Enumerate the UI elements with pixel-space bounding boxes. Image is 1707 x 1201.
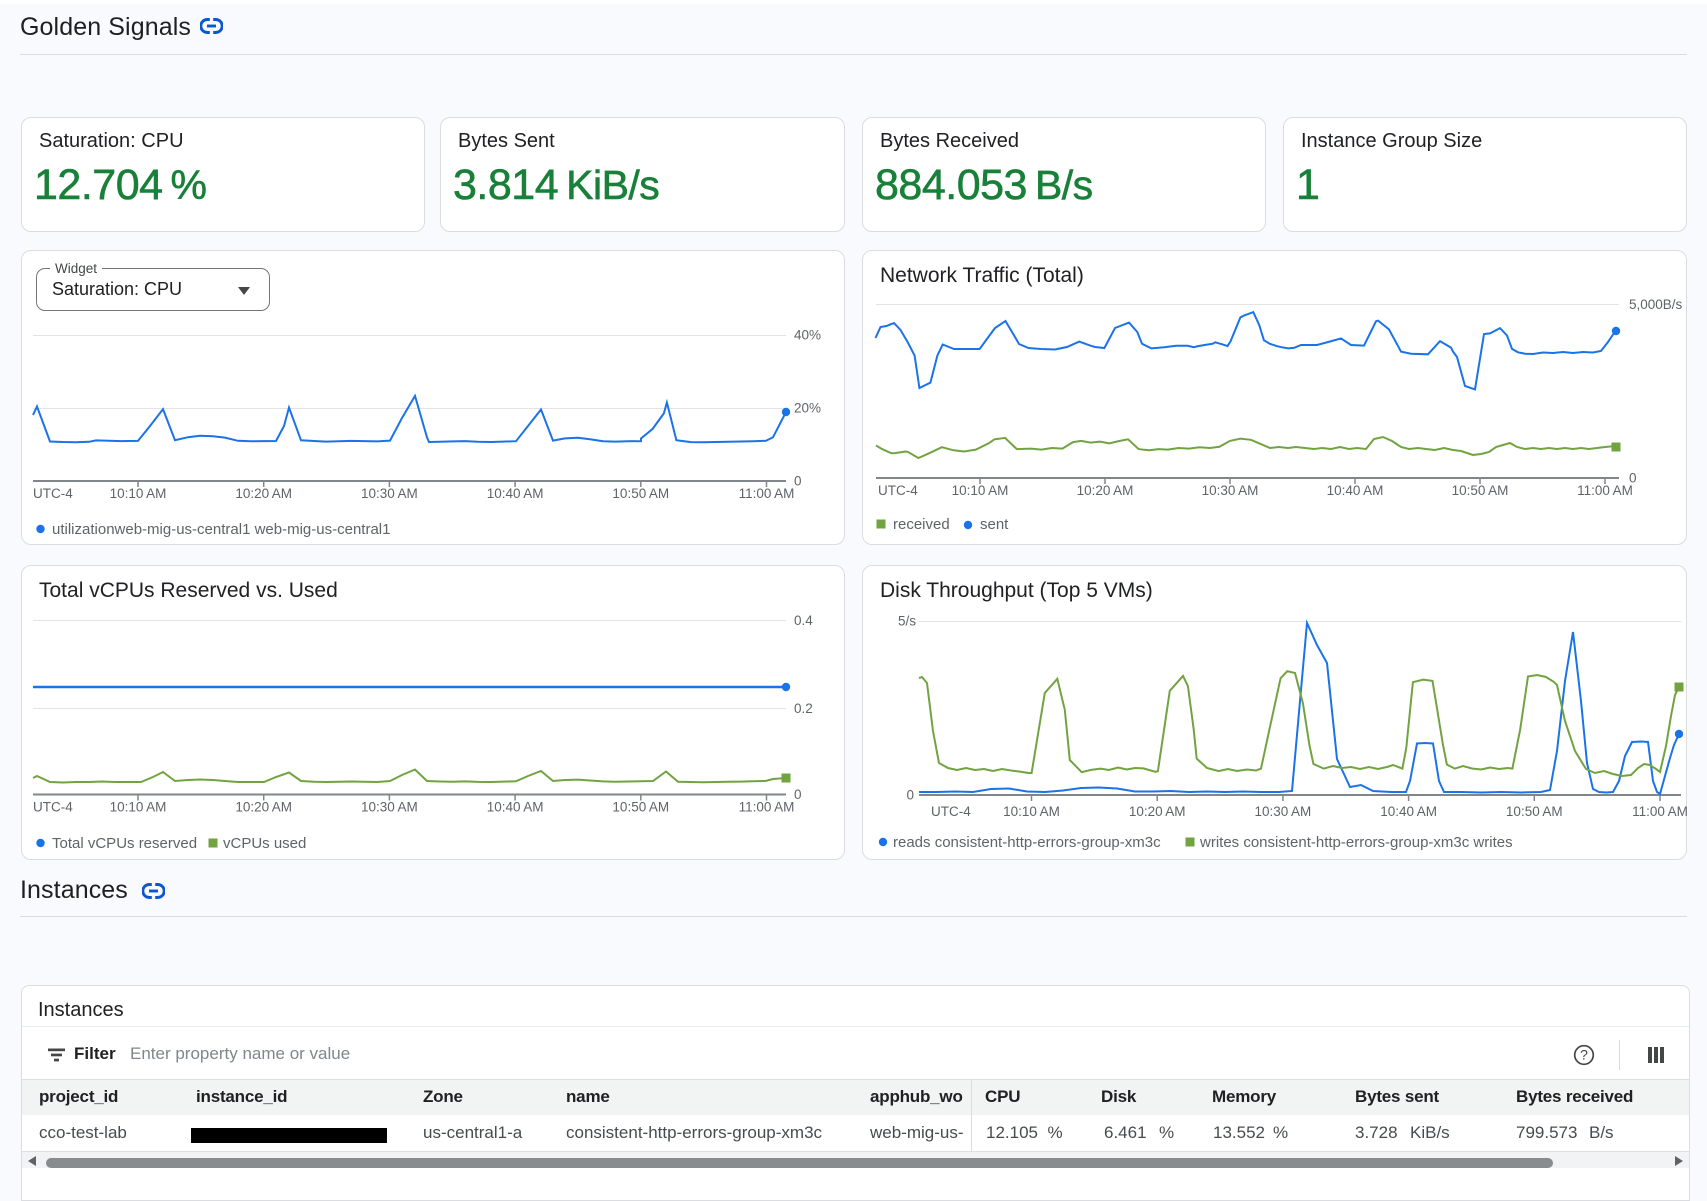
svg-text:Total vCPUs reserved: Total vCPUs reserved [52, 835, 197, 852]
svg-text:0: 0 [794, 787, 802, 802]
svg-text:0: 0 [794, 474, 802, 489]
svg-text:10:30 AM: 10:30 AM [1202, 483, 1259, 498]
svg-text:0.2: 0.2 [794, 701, 813, 716]
svg-text:20%: 20% [794, 401, 821, 416]
svg-text:10:50 AM: 10:50 AM [612, 486, 669, 501]
svg-text:10:20 AM: 10:20 AM [1077, 483, 1134, 498]
svg-text:11:00 AM: 11:00 AM [739, 486, 795, 501]
svg-text:sent: sent [980, 516, 1009, 533]
svg-text:10:40 AM: 10:40 AM [1380, 804, 1437, 819]
svg-text:vCPUs used: vCPUs used [223, 835, 306, 852]
svg-text:10:50 AM: 10:50 AM [612, 800, 669, 815]
svg-text:0: 0 [1629, 471, 1637, 486]
svg-text:40%: 40% [794, 328, 821, 343]
svg-text:10:40 AM: 10:40 AM [487, 486, 544, 501]
svg-text:11:00 AM: 11:00 AM [1632, 804, 1688, 819]
svg-text:?: ? [1580, 1046, 1588, 1062]
svg-text:11:00 AM: 11:00 AM [739, 800, 795, 815]
svg-text:10:30 AM: 10:30 AM [361, 486, 418, 501]
svg-text:UTC-4: UTC-4 [878, 483, 918, 498]
svg-text:utilizationweb-mig-us-central1: utilizationweb-mig-us-central1 web-mig-u… [52, 521, 390, 538]
svg-text:UTC-4: UTC-4 [33, 800, 73, 815]
svg-text:10:10 AM: 10:10 AM [110, 486, 167, 501]
svg-text:5/s: 5/s [898, 614, 916, 629]
svg-text:10:10 AM: 10:10 AM [1003, 804, 1060, 819]
svg-text:10:10 AM: 10:10 AM [110, 800, 167, 815]
svg-text:10:20 AM: 10:20 AM [1129, 804, 1186, 819]
svg-text:0.4: 0.4 [794, 613, 813, 628]
svg-text:received: received [893, 516, 950, 533]
svg-text:10:40 AM: 10:40 AM [487, 800, 544, 815]
svg-text:10:30 AM: 10:30 AM [361, 800, 418, 815]
svg-text:10:20 AM: 10:20 AM [235, 486, 292, 501]
svg-text:0: 0 [906, 788, 914, 803]
svg-text:11:00 AM: 11:00 AM [1577, 483, 1633, 498]
svg-text:UTC-4: UTC-4 [931, 804, 971, 819]
svg-text:UTC-4: UTC-4 [33, 486, 73, 501]
svg-text:10:20 AM: 10:20 AM [235, 800, 292, 815]
svg-text:10:50 AM: 10:50 AM [1452, 483, 1509, 498]
svg-text:10:40 AM: 10:40 AM [1327, 483, 1384, 498]
svg-text:5,000B/s: 5,000B/s [1629, 297, 1683, 312]
svg-text:reads consistent-http-errors-g: reads consistent-http-errors-group-xm3c [893, 834, 1161, 851]
svg-text:writes consistent-http-errors-: writes consistent-http-errors-group-xm3c… [1199, 834, 1513, 851]
svg-text:10:30 AM: 10:30 AM [1255, 804, 1312, 819]
svg-text:10:50 AM: 10:50 AM [1506, 804, 1563, 819]
svg-text:10:10 AM: 10:10 AM [952, 483, 1009, 498]
